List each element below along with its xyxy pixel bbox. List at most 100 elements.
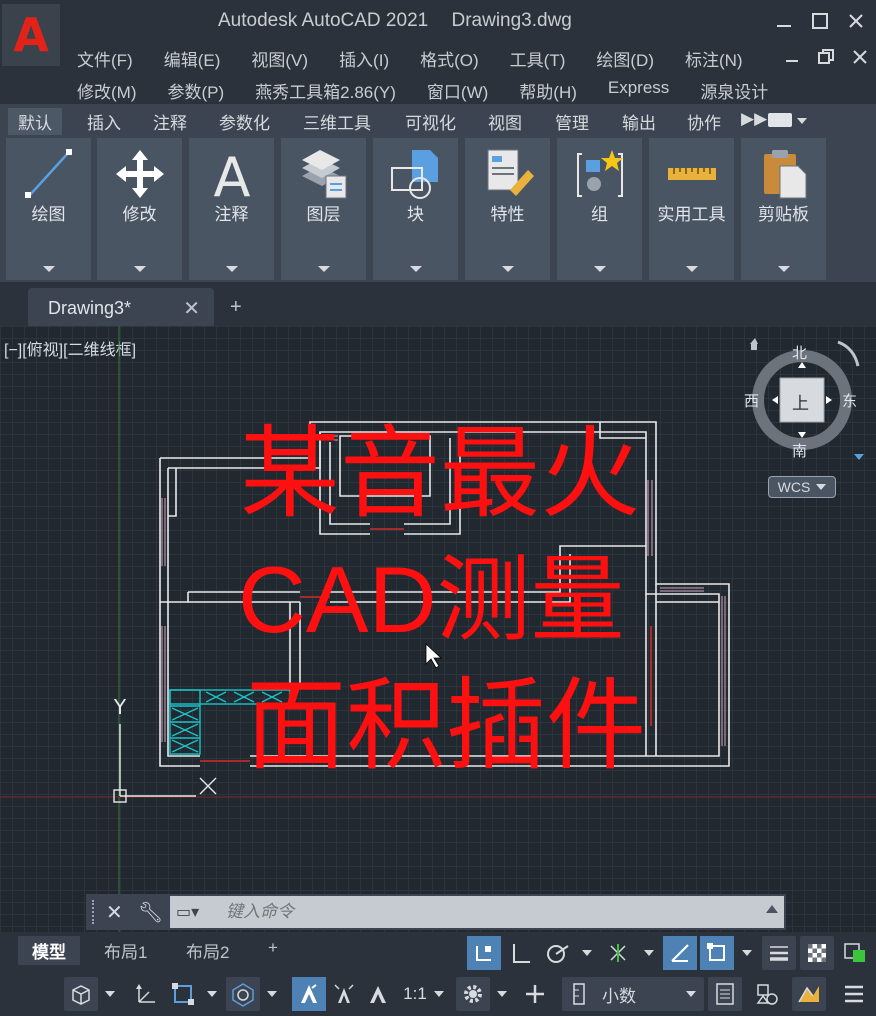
quick-properties-icon[interactable]	[708, 977, 742, 1011]
panel-modify-dropdown-icon[interactable]	[133, 266, 146, 272]
workspace-dropdown-icon[interactable]	[492, 977, 512, 1011]
panel-annotate-dropdown-icon[interactable]	[225, 266, 238, 272]
auto-scale-icon[interactable]	[328, 977, 360, 1011]
lock-ui-icon[interactable]	[750, 977, 784, 1011]
menu-format[interactable]: 格式(O)	[420, 46, 479, 71]
panel-utilities[interactable]: 实用工具	[649, 138, 735, 280]
compass-west[interactable]: 西	[744, 390, 759, 411]
workspace-gear-icon[interactable]	[456, 977, 490, 1011]
tab-default[interactable]: 默认	[8, 108, 62, 135]
rotate-arrow-icon[interactable]	[837, 340, 860, 367]
doc-close-button[interactable]	[848, 44, 872, 70]
menu-file[interactable]: 文件(F)	[77, 46, 133, 71]
tab-visualize[interactable]: 可视化	[405, 109, 456, 134]
tab-output[interactable]: 输出	[622, 109, 656, 134]
maximize-button[interactable]	[808, 8, 832, 34]
menu-window[interactable]: 窗口(W)	[427, 78, 488, 103]
lineweight-icon[interactable]	[762, 936, 796, 970]
menu-modify[interactable]: 修改(M)	[77, 78, 136, 103]
panel-layers[interactable]: 图层	[281, 138, 367, 280]
viewcube-top-label[interactable]: 上	[792, 389, 809, 414]
scale-value[interactable]: 1:1	[400, 977, 430, 1011]
selection-cycling-icon[interactable]	[838, 936, 872, 970]
autocad-logo[interactable]: A	[2, 4, 60, 66]
panel-group[interactable]: 组	[557, 138, 643, 280]
tab-layout1[interactable]: 布局1	[98, 936, 153, 965]
selection-filter-icon[interactable]	[166, 977, 200, 1011]
panel-layers-dropdown-icon[interactable]	[317, 266, 330, 272]
panel-clipboard-dropdown-icon[interactable]	[777, 266, 790, 272]
menu-help[interactable]: 帮助(H)	[519, 78, 577, 103]
tab-3d-tools[interactable]: 三维工具	[303, 109, 371, 134]
command-history-up-icon[interactable]	[766, 905, 778, 913]
command-input-field[interactable]: ▭▾	[170, 896, 784, 928]
panel-annotate[interactable]: A 注释	[189, 138, 275, 280]
panel-properties-dropdown-icon[interactable]	[501, 266, 514, 272]
command-prompt-icon[interactable]: ▭▾	[176, 902, 199, 922]
home-icon-base[interactable]	[751, 344, 757, 350]
panel-modify[interactable]: 修改	[97, 138, 183, 280]
polar-tracking-icon[interactable]	[542, 936, 574, 970]
tab-annotate[interactable]: 注释	[153, 109, 187, 134]
panel-block[interactable]: 块	[373, 138, 459, 280]
scale-dropdown-icon[interactable]	[430, 977, 448, 1011]
annotation-visibility-button[interactable]	[292, 977, 326, 1011]
transparency-icon[interactable]	[800, 936, 834, 970]
customize-wrench-icon[interactable]: 🔧︎	[138, 900, 163, 925]
tab-model[interactable]: 模型	[18, 936, 80, 965]
isodraft-dropdown-icon[interactable]	[640, 936, 658, 970]
document-tab[interactable]: Drawing3* ✕	[28, 288, 214, 326]
isolate-objects-icon[interactable]	[792, 977, 826, 1011]
object-snap-tracking-button[interactable]	[663, 936, 697, 970]
panel-utilities-dropdown-icon[interactable]	[685, 266, 698, 272]
compass-east[interactable]: 东	[842, 390, 857, 411]
panel-draw-dropdown-icon[interactable]	[42, 266, 55, 272]
add-layout-plus-icon[interactable]: +	[262, 936, 284, 960]
new-tab-plus-icon[interactable]: +	[230, 296, 242, 319]
doc-restore-button[interactable]	[814, 44, 838, 70]
panel-properties[interactable]: 特性	[465, 138, 551, 280]
minimize-button[interactable]	[772, 8, 796, 34]
gizmo-icon[interactable]	[226, 977, 260, 1011]
command-line-close-icon[interactable]: ✕	[106, 900, 123, 925]
command-line-grip[interactable]	[92, 900, 96, 924]
menu-draw[interactable]: 绘图(D)	[596, 46, 654, 71]
tab-insert[interactable]: 插入	[87, 109, 121, 134]
viewcube-menu-icon[interactable]	[854, 454, 864, 460]
customization-menu-icon[interactable]	[836, 977, 872, 1011]
annotation-scale-icon[interactable]	[362, 977, 394, 1011]
menu-yuanquan[interactable]: 源泉设计	[700, 78, 768, 103]
compass-north[interactable]: 北	[792, 342, 807, 363]
doc-minimize-button[interactable]	[780, 44, 804, 70]
tab-collaborate[interactable]: 协作	[687, 109, 721, 134]
drawing-canvas[interactable]: [−][俯视][二维线框] Y 某音最火 CAD测量 面积插件 北 南 东 西 …	[0, 326, 876, 932]
3d-object-snap-icon[interactable]	[64, 977, 98, 1011]
panel-block-dropdown-icon[interactable]	[409, 266, 422, 272]
more-tabs-icon[interactable]: ▶▶	[741, 109, 767, 129]
object-snap-dropdown-icon[interactable]	[738, 936, 756, 970]
panel-draw[interactable]: 绘图	[6, 138, 92, 280]
tab-manage[interactable]: 管理	[555, 109, 589, 134]
grid-snap-button[interactable]	[467, 936, 501, 970]
menu-edit[interactable]: 编辑(E)	[164, 46, 221, 71]
tab-parametric[interactable]: 参数化	[219, 109, 270, 134]
menu-dimension[interactable]: 标注(N)	[685, 46, 743, 71]
command-input[interactable]	[226, 900, 746, 924]
compass-south[interactable]: 南	[792, 440, 807, 461]
object-snap-button[interactable]	[700, 936, 734, 970]
menu-tools[interactable]: 工具(T)	[510, 46, 566, 71]
selection-filter-dropdown-icon[interactable]	[202, 977, 222, 1011]
units-selector[interactable]: 小数	[562, 977, 704, 1011]
tab-view[interactable]: 视图	[488, 109, 522, 134]
menu-insert[interactable]: 插入(I)	[339, 46, 389, 71]
ribbon-options-dropdown-icon[interactable]	[797, 118, 807, 124]
document-tab-close-icon[interactable]: ✕	[183, 296, 200, 321]
tab-layout2[interactable]: 布局2	[180, 936, 235, 965]
panel-clipboard[interactable]: 剪贴板	[741, 138, 827, 280]
menu-parametric[interactable]: 参数(P)	[167, 78, 224, 103]
isodraft-icon[interactable]	[600, 936, 636, 970]
gizmo-dropdown-icon[interactable]	[262, 977, 282, 1011]
menu-express[interactable]: Express	[608, 78, 669, 103]
add-plus-icon[interactable]	[518, 977, 552, 1011]
menu-view[interactable]: 视图(V)	[251, 46, 308, 71]
